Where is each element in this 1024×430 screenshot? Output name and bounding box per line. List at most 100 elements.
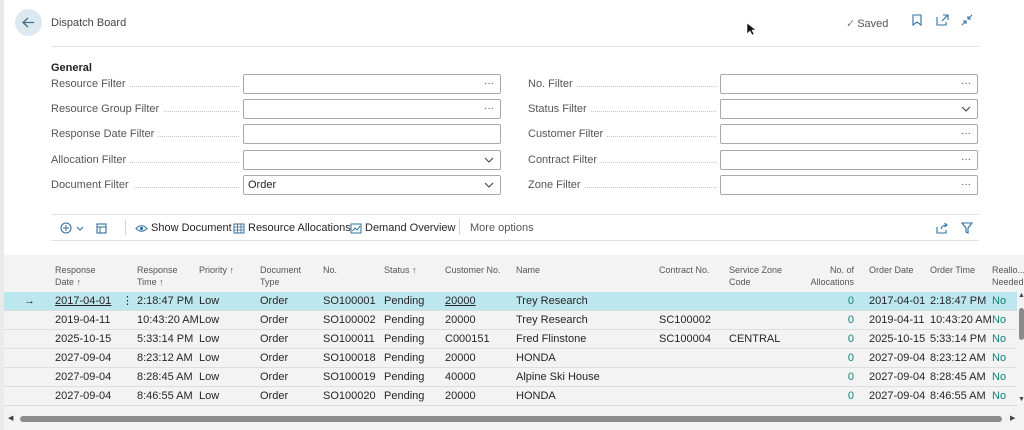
column-header-text: Response [137, 265, 178, 275]
column-header-response-date[interactable]: Response Date ↑ [55, 264, 96, 288]
cell-customer-no[interactable]: 20000 [445, 311, 476, 330]
scroll-left-arrow-icon[interactable]: ◀ [8, 414, 13, 422]
horizontal-scrollbar[interactable]: ◀ ▶ [4, 412, 1024, 424]
column-header-order-time[interactable]: Order Time [930, 264, 975, 276]
chart-window-icon [350, 223, 362, 233]
cell-no-allocations[interactable]: 0 [814, 330, 854, 349]
column-header-realloc[interactable]: Reallo... Needed [992, 264, 1024, 288]
cell-order-date: 2027-09-04 [869, 390, 926, 402]
cell-no-allocations[interactable]: 0 [814, 292, 854, 311]
cell-customer-no[interactable]: 20000 [445, 387, 476, 406]
no-filter-input[interactable]: ··· [720, 74, 978, 94]
demand-overview-button[interactable]: Demand Overview [350, 220, 455, 236]
column-header-priority[interactable]: Priority ↑ [199, 264, 234, 276]
filter-label: Zone Filter [528, 179, 585, 191]
column-header-service-zone[interactable]: Service Zone Code [729, 264, 782, 288]
allocation-filter-select[interactable] [243, 150, 501, 170]
lookup-ellipsis-icon[interactable]: ··· [961, 151, 971, 169]
resource-group-filter-input[interactable]: ··· [243, 99, 501, 119]
cell-customer-no[interactable]: 40000 [445, 368, 476, 387]
column-header-text: Priority ↑ [199, 265, 235, 275]
views-dropdown-button[interactable] [60, 220, 84, 236]
cell-customer-no[interactable]: C000151 [445, 330, 490, 349]
column-header-text: Document [260, 265, 302, 275]
column-header-customer-no[interactable]: Customer No. [445, 264, 501, 276]
table-row[interactable]: → ⋮ 2017-04-01 2:18:47 PM Low Order SO100001 Pe… [4, 292, 1017, 311]
cell-realloc: No [992, 333, 1007, 345]
zone-filter-input[interactable]: ··· [720, 175, 978, 195]
toolbar-divider-top [51, 214, 979, 215]
column-header-no[interactable]: No. [323, 264, 337, 276]
cell-no[interactable]: SO100018 [323, 349, 376, 368]
response-date-filter-input[interactable] [243, 124, 501, 144]
cell-response-date: 2025-10-15 [55, 333, 112, 345]
views-icon [60, 222, 72, 234]
column-header-order-date[interactable]: Order Date [869, 264, 914, 276]
lookup-ellipsis-icon[interactable]: ··· [961, 176, 971, 194]
chevron-down-icon [484, 182, 494, 188]
table-row[interactable]: 2027-09-04 8:28:45 AM Low Order SO100019 Pend… [4, 368, 1017, 387]
share-button[interactable] [936, 220, 949, 236]
column-header-document-type[interactable]: Document Type [260, 264, 301, 288]
document-filter-select[interactable]: Order [243, 175, 501, 195]
cell-realloc: No [992, 352, 1007, 364]
table-row[interactable]: 2027-09-04 8:23:12 AM Low Order SO100018 Pend… [4, 349, 1017, 368]
column-header-response-time[interactable]: Response Time ↑ [137, 264, 178, 288]
table-row[interactable]: 2025-10-15 5:33:14 PM Low Order SO100011 Pend… [4, 330, 1017, 349]
bookmark-icon[interactable] [910, 14, 924, 28]
customer-filter-input[interactable]: ··· [720, 124, 978, 144]
no-filter-row: No. Filter ··· [528, 74, 978, 94]
cell-no-allocations[interactable]: 0 [814, 387, 854, 406]
horizontal-scroll-thumb[interactable] [20, 416, 1002, 422]
cell-no[interactable]: SO100019 [323, 368, 376, 387]
column-header-text: Order Date [869, 265, 914, 275]
cell-no[interactable]: SO100002 [323, 311, 376, 330]
cell-response-time: 8:46:55 AM [137, 390, 193, 402]
cell-status: Pending [384, 390, 425, 402]
collapse-icon[interactable] [960, 14, 974, 28]
layout-toggle-button[interactable] [96, 220, 107, 236]
cell-customer-no[interactable]: 20000 [445, 349, 476, 368]
column-header-name[interactable]: Name [516, 264, 540, 276]
cell-no-allocations[interactable]: 0 [814, 349, 854, 368]
contract-filter-input[interactable]: ··· [720, 150, 978, 170]
cell-response-time: 10:43:20 AM [137, 314, 199, 326]
vertical-scroll-thumb[interactable] [1019, 308, 1024, 340]
column-header-status[interactable]: Status ↑ [384, 264, 417, 276]
lookup-ellipsis-icon[interactable]: ··· [484, 75, 494, 93]
cell-no-allocations[interactable]: 0 [814, 368, 854, 387]
row-actions-icon[interactable]: ⋮ [122, 292, 133, 311]
table-row[interactable]: 2027-09-04 8:46:55 AM Low Order SO100020 Pend… [4, 387, 1017, 406]
table-row[interactable]: 2019-04-11 10:43:20 AM Low Order SO100002 Pen… [4, 311, 1017, 330]
cell-response-date: 2019-04-11 [55, 314, 111, 326]
cell-realloc: No [992, 390, 1007, 402]
scroll-up-arrow-icon[interactable]: ▲ [1018, 292, 1024, 299]
lookup-ellipsis-icon[interactable]: ··· [484, 100, 494, 118]
cell-customer-no[interactable]: 20000 [445, 292, 476, 311]
status-filter-select[interactable] [720, 99, 978, 119]
vertical-scrollbar[interactable]: ▲ ▼ [1018, 290, 1024, 410]
open-new-window-icon[interactable] [935, 14, 949, 28]
cell-no-allocations[interactable]: 0 [814, 311, 854, 330]
cell-priority: Low [199, 390, 220, 402]
lookup-ellipsis-icon[interactable]: ··· [961, 75, 971, 93]
show-document-button[interactable]: Show Document [135, 220, 232, 236]
more-options-button[interactable]: More options [470, 220, 534, 236]
cell-no[interactable]: SO100020 [323, 387, 376, 406]
cell-contract-no: SC100004 [659, 333, 711, 345]
cell-no[interactable]: SO100001 [323, 292, 376, 311]
cell-name: HONDA [516, 390, 556, 402]
resource-filter-row: Resource Filter ··· [51, 74, 501, 94]
resource-allocations-button[interactable]: Resource Allocations [233, 220, 351, 236]
lookup-ellipsis-icon[interactable]: ··· [961, 125, 971, 143]
column-header-contract-no[interactable]: Contract No. [659, 264, 710, 276]
scroll-down-arrow-icon[interactable]: ▼ [1018, 396, 1024, 403]
filter-pane-button[interactable] [961, 220, 973, 236]
cell-order-time: 5:33:14 PM [930, 333, 987, 345]
resource-filter-input[interactable]: ··· [243, 74, 501, 94]
column-header-no-allocations[interactable]: No. of Allocations [794, 264, 854, 288]
scroll-right-arrow-icon[interactable]: ▶ [1010, 414, 1015, 422]
cell-no[interactable]: SO100011 [323, 330, 375, 349]
back-button[interactable] [15, 9, 42, 36]
filter-label: Status Filter [528, 103, 591, 115]
